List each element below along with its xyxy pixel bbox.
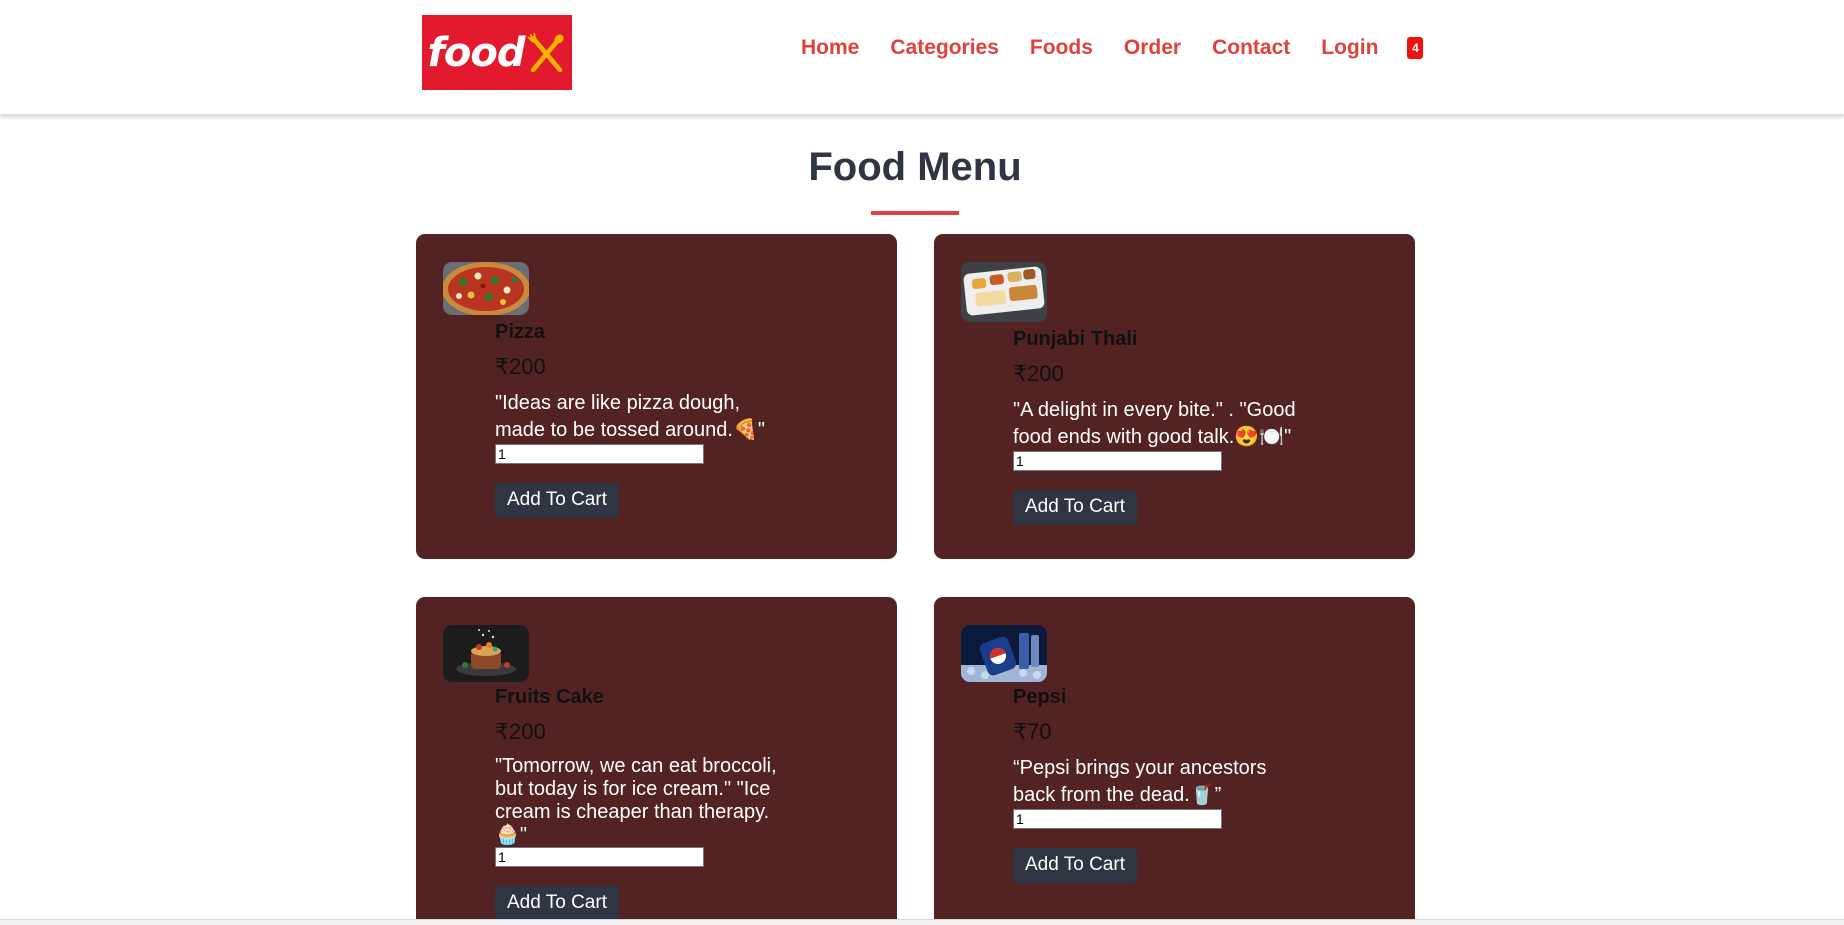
food-name: Pepsi [1013,686,1067,708]
food-description: "A delight in every bite." . "Good food … [1013,399,1296,448]
site-header: food Home Categories Foods Order Contact… [0,0,1844,115]
add-to-cart-button[interactable]: Add To Cart [1013,848,1137,883]
food-card-body: Fruits Cake ₹200 "Tomorrow, we can eat b… [495,686,785,921]
foodx-logo[interactable]: food [422,15,572,90]
nav-foods[interactable]: Foods [1030,36,1093,60]
food-name: Fruits Cake [495,686,604,708]
food-card-body: Pepsi ₹70 “Pepsi brings your ancestors b… [1013,686,1303,883]
quantity-input[interactable] [495,847,704,867]
quantity-input[interactable] [1013,809,1222,829]
food-price: ₹70 [1013,719,1052,744]
quantity-input[interactable] [1013,451,1222,471]
nav-login[interactable]: Login [1321,36,1378,60]
food-description: "Ideas are like pizza dough, made to be … [495,392,765,441]
food-card-body: Punjabi Thali ₹200 "A delight in every b… [1013,328,1303,525]
food-card-punjabi-thali: Punjabi Thali ₹200 "A delight in every b… [934,234,1415,559]
pepsi-image [961,625,1047,682]
food-name: Pizza [495,321,546,343]
food-card-pizza: Pizza ₹200 "Ideas are like pizza dough, … [416,234,897,559]
food-price: ₹200 [495,354,546,379]
food-price: ₹200 [1013,361,1064,386]
food-card-body: Pizza ₹200 "Ideas are like pizza dough, … [495,321,785,518]
food-description: "Tomorrow, we can eat broccoli, but toda… [495,755,777,846]
page: food Home Categories Foods Order Contact… [0,0,1844,925]
add-to-cart-button[interactable]: Add To Cart [495,886,619,921]
cake-image [443,625,529,682]
logo-text: food [427,29,526,76]
food-card-fruits-cake: Fruits Cake ₹200 "Tomorrow, we can eat b… [416,597,897,925]
nav-home[interactable]: Home [801,36,859,60]
page-title: Food Menu [808,145,1022,189]
food-price: ₹200 [495,719,546,744]
nav-contact[interactable]: Contact [1212,36,1290,60]
nav-categories[interactable]: Categories [890,36,999,60]
nav-order[interactable]: Order [1124,36,1181,60]
horizontal-scrollbar[interactable] [0,919,1844,925]
cart-count-badge[interactable]: 4 [1407,37,1424,59]
add-to-cart-button[interactable]: Add To Cart [495,483,619,518]
title-underline [871,211,959,215]
main-nav: Home Categories Foods Order Contact Logi… [801,34,1424,62]
pizza-image [443,262,529,315]
fork-spoon-x-icon [526,32,567,74]
thali-image [961,262,1047,322]
food-description: “Pepsi brings your ancestors back from t… [1013,757,1267,806]
food-card-pepsi: Pepsi ₹70 “Pepsi brings your ancestors b… [934,597,1415,925]
add-to-cart-button[interactable]: Add To Cart [1013,490,1137,525]
food-name: Punjabi Thali [1013,328,1138,350]
quantity-input[interactable] [495,444,704,464]
